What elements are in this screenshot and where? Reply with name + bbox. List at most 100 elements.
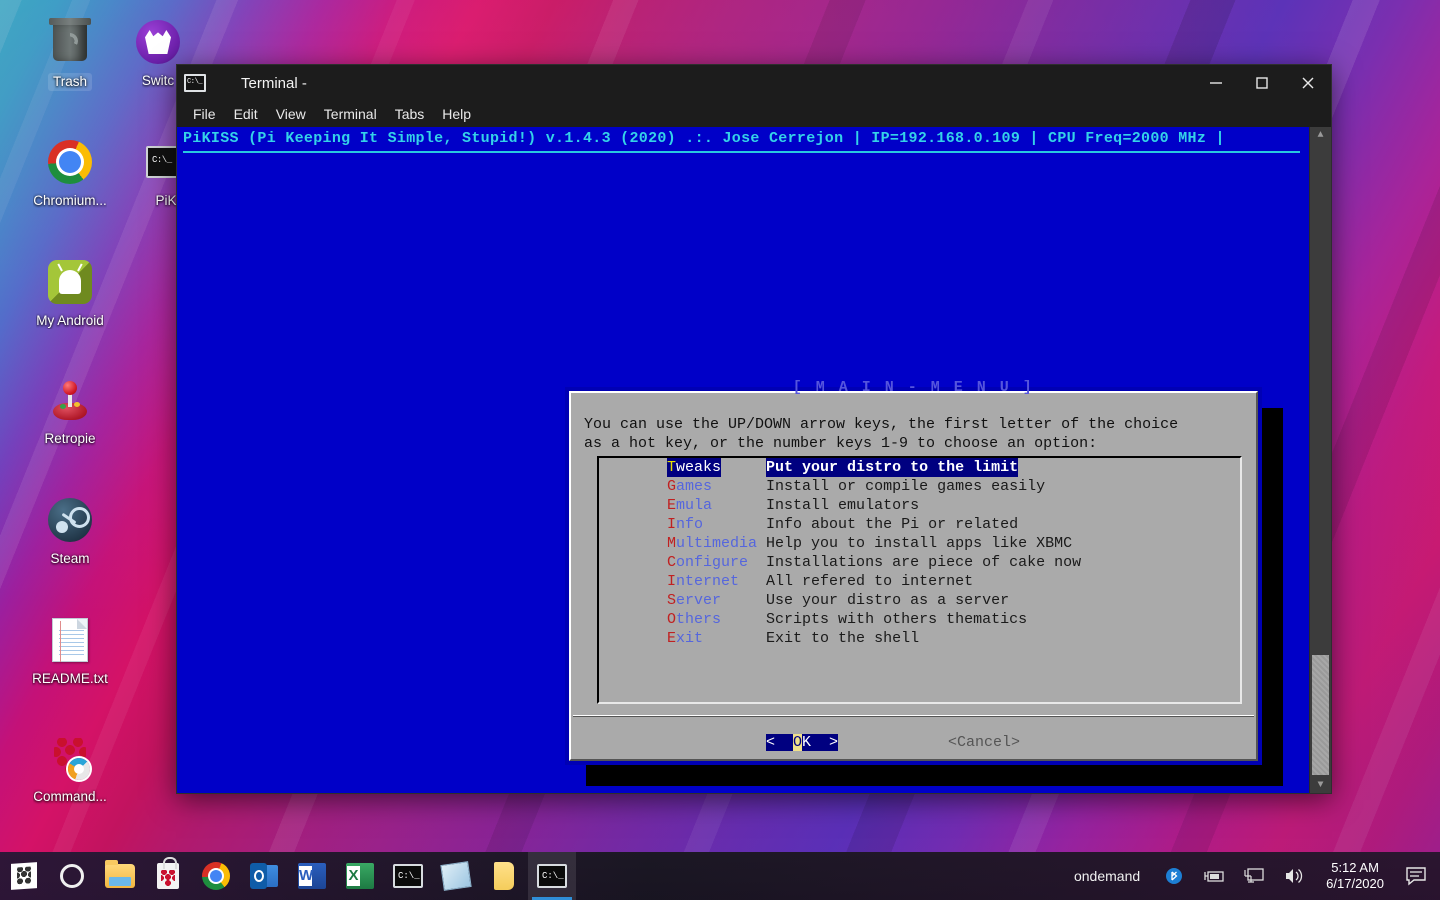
menu-file[interactable]: File: [185, 104, 224, 124]
terminal-window: Terminal - File Edit View Terminal Tabs …: [176, 64, 1332, 794]
menu-item-internet[interactable]: Internet All refered to internet: [599, 572, 1240, 591]
taskbar-terminal-1[interactable]: [384, 852, 432, 900]
menu-list[interactable]: Tweaks Put your distro to the limit Games…: [597, 456, 1242, 704]
window-titlebar[interactable]: Terminal -: [177, 65, 1331, 101]
menu-item-gap: [721, 610, 766, 629]
desktop-icon-label: PiK: [155, 193, 177, 208]
taskbar-terminal-active[interactable]: [528, 852, 576, 900]
desktop-icon-readme[interactable]: README.txt: [16, 616, 124, 687]
menu-item-others[interactable]: Others Scripts with others thematics: [599, 610, 1240, 629]
menu-item-description: Use your distro as a server: [766, 592, 1010, 609]
volume-icon[interactable]: [1274, 852, 1314, 900]
desktop-icon-steam[interactable]: Steam: [16, 496, 124, 567]
taskbar-pi-store[interactable]: [144, 852, 192, 900]
desktop-icon-my-android[interactable]: My Android: [16, 258, 124, 329]
menu-terminal[interactable]: Terminal: [316, 104, 385, 124]
menu-help[interactable]: Help: [434, 104, 479, 124]
taskbar-notepad[interactable]: [432, 852, 480, 900]
pi-store-bag-icon: [157, 857, 179, 889]
menu-item-description: Help you to install apps like XBMC: [766, 535, 1073, 552]
text-document-icon: [46, 616, 94, 664]
terminal-scrollbar[interactable]: ▲ ▼: [1309, 127, 1331, 793]
menu-item-games[interactable]: Games Install or compile games easily: [599, 477, 1240, 496]
desktop-icon-label: Command...: [33, 789, 107, 804]
prompt-line-1: You can use the UP/DOWN arrow keys, the …: [584, 416, 1179, 433]
notification-icon[interactable]: [1396, 852, 1436, 900]
menu-item-tag: Configure: [667, 553, 748, 572]
minimize-icon[interactable]: [1193, 65, 1239, 101]
ok-button[interactable]: < OK >: [766, 734, 839, 751]
desktop-icon-label: README.txt: [32, 671, 108, 686]
desktop-icon-label: Steam: [50, 551, 90, 566]
chevron-down-icon[interactable]: ▼: [1310, 777, 1331, 793]
battery-icon[interactable]: [1194, 852, 1234, 900]
menu-item-emula[interactable]: Emula Install emulators: [599, 496, 1240, 515]
menu-item-hotkey: I: [667, 516, 677, 533]
desktop-icon-label: Trash: [47, 73, 92, 91]
menu-item-tag: Others: [667, 610, 721, 629]
taskbar: ondemand 5:12 AM 6/17/2020: [0, 852, 1440, 900]
taskbar-outlook[interactable]: [240, 852, 288, 900]
chromium-icon: [202, 862, 230, 890]
menu-view[interactable]: View: [268, 104, 314, 124]
cancel-button[interactable]: <Cancel>: [948, 734, 1020, 751]
taskbar-chromium[interactable]: [192, 852, 240, 900]
dialog-title: [ M A I N - M E N U ]: [792, 379, 1035, 396]
dialog-separator: [573, 715, 1254, 717]
menu-item-description: Info about the Pi or related: [766, 516, 1019, 533]
menu-item-multimedia[interactable]: Multimedia Help you to install apps like…: [599, 534, 1240, 553]
menu-item-info[interactable]: Info Info about the Pi or related: [599, 515, 1240, 534]
close-icon[interactable]: [1285, 65, 1331, 101]
terminal-icon: [184, 74, 206, 92]
desktop-icon-retropie[interactable]: Retropie: [16, 376, 124, 447]
main-menu-dialog: [ M A I N - M E N U ] You can use the UP…: [565, 379, 1262, 765]
menu-item-tag: Info: [667, 515, 703, 534]
notepad-icon: [440, 861, 472, 891]
menu-item-name: nternet: [676, 573, 740, 590]
menu-item-hotkey: E: [667, 630, 677, 647]
trash-icon: [46, 18, 94, 66]
menu-item-configure[interactable]: Configure Installations are piece of cak…: [599, 553, 1240, 572]
menu-item-name: ultimedia: [676, 535, 758, 552]
menu-item-hotkey: I: [667, 573, 677, 590]
menu-item-tag: Exit: [667, 629, 703, 648]
desktop-icon-chromium[interactable]: Chromium...: [16, 138, 124, 209]
scrollbar-thumb[interactable]: [1312, 655, 1329, 775]
taskbar-raspberry-pi-doc[interactable]: [0, 852, 48, 900]
menu-item-hotkey: E: [667, 497, 677, 514]
window-menubar: File Edit View Terminal Tabs Help: [177, 101, 1331, 127]
menu-tabs[interactable]: Tabs: [387, 104, 433, 124]
taskbar-sticky-note[interactable]: [480, 852, 528, 900]
taskbar-clock[interactable]: 5:12 AM 6/17/2020: [1314, 852, 1396, 900]
network-display-icon[interactable]: [1234, 852, 1274, 900]
menu-item-hotkey: S: [667, 592, 677, 609]
ok-suffix: >: [811, 734, 839, 751]
taskbar-excel[interactable]: [336, 852, 384, 900]
menu-item-server[interactable]: Server Use your distro as a server: [599, 591, 1240, 610]
desktop-icon-command[interactable]: Command...: [16, 734, 124, 805]
menu-item-gap: [748, 553, 766, 572]
menu-item-tag: Multimedia: [667, 534, 757, 553]
menu-item-description: Exit to the shell: [766, 630, 920, 647]
menu-item-name: ames: [676, 478, 713, 495]
taskbar-ring[interactable]: [48, 852, 96, 900]
pikiss-header-line: PiKISS (Pi Keeping It Simple, Stupid!) v…: [183, 130, 1225, 147]
header-rule: [183, 151, 1300, 153]
ring-icon: [60, 864, 84, 888]
menu-item-exit[interactable]: Exit Exit to the shell: [599, 629, 1240, 648]
menu-edit[interactable]: Edit: [226, 104, 266, 124]
menu-item-description: Installations are piece of cake now: [766, 554, 1082, 571]
menu-item-tweaks[interactable]: Tweaks Put your distro to the limit: [599, 458, 1240, 477]
bluetooth-icon[interactable]: [1154, 852, 1194, 900]
ok-rest: K: [802, 734, 812, 751]
menu-item-gap: [757, 534, 766, 553]
switch-icon: [134, 18, 182, 66]
maximize-icon[interactable]: [1239, 65, 1285, 101]
terminal-screen[interactable]: PiKISS (Pi Keeping It Simple, Stupid!) v…: [177, 127, 1331, 793]
window-title: Terminal -: [241, 74, 307, 92]
taskbar-word[interactable]: [288, 852, 336, 900]
taskbar-file-manager[interactable]: [96, 852, 144, 900]
menu-item-name: xit: [676, 630, 704, 647]
menu-item-gap: [739, 572, 766, 591]
chevron-up-icon[interactable]: ▲: [1310, 127, 1331, 143]
